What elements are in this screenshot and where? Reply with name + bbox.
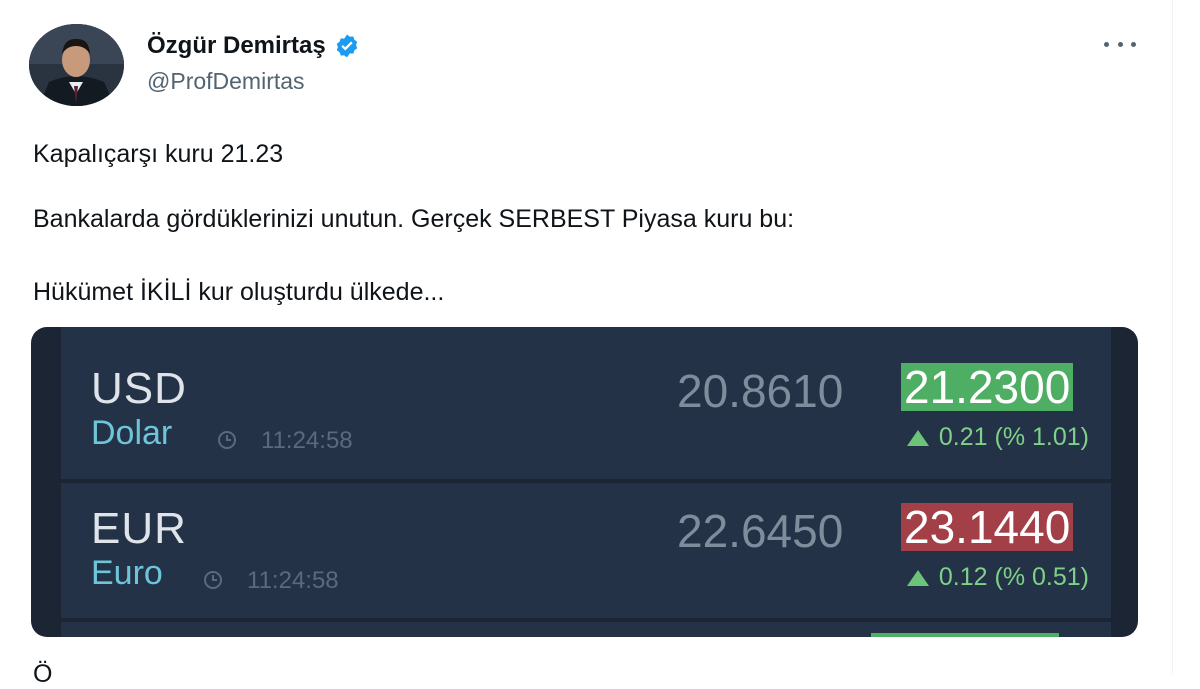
verified-badge-icon <box>334 33 360 59</box>
tweet-text-line: Hükümet İKİLİ kur oluşturdu ülkede... <box>33 278 445 306</box>
author-handle[interactable]: @ProfDemirtas <box>147 68 305 95</box>
buy-rate: 20.8610 <box>677 365 844 417</box>
row-divider <box>61 479 1111 483</box>
currency-code: EUR <box>91 504 187 553</box>
buy-rate: 22.6450 <box>677 505 844 557</box>
currency-code: USD <box>91 364 187 413</box>
update-time: 11:24:58 <box>261 427 353 454</box>
clock-icon <box>204 571 222 589</box>
currency-name: Euro <box>91 554 163 592</box>
author-name-row: Özgür Demirtaş <box>147 32 360 60</box>
tweet-media-image[interactable]: USD Dolar 11:24:58 20.8610 21.2300 0.21 … <box>31 327 1138 637</box>
up-arrow-icon <box>906 429 929 446</box>
up-arrow-icon <box>906 569 929 586</box>
avatar[interactable] <box>29 24 124 106</box>
sell-rate: 23.1440 <box>901 503 1074 551</box>
rate-row-usd: USD Dolar 11:24:58 20.8610 21.2300 0.21 … <box>61 342 1111 482</box>
timeline-border <box>1172 0 1173 675</box>
next-row-sell-edge <box>871 633 1059 637</box>
rate-change: 0.21 (% 1.01) <box>906 423 1089 452</box>
rate-change: 0.12 (% 0.51) <box>906 563 1089 592</box>
tweet-text-line: Bankalarda gördüklerinizi unutun. Gerçek… <box>33 205 795 233</box>
currency-name: Dolar <box>91 414 173 452</box>
clock-icon <box>218 431 236 449</box>
row-divider <box>61 618 1111 622</box>
avatar-photo <box>29 24 124 106</box>
change-value: 0.12 (% 0.51) <box>938 563 1089 591</box>
update-time: 11:24:58 <box>247 567 339 594</box>
change-value: 0.21 (% 1.01) <box>938 423 1089 451</box>
tweet-text-line: Kapalıçarşı kuru 21.23 <box>33 140 284 168</box>
author-display-name[interactable]: Özgür Demirtaş <box>147 32 326 60</box>
rate-row-eur: EUR Euro 11:24:58 22.6450 23.1440 0.12 (… <box>61 482 1111 622</box>
more-options-icon[interactable] <box>1104 34 1136 54</box>
sell-rate: 21.2300 <box>901 363 1074 411</box>
